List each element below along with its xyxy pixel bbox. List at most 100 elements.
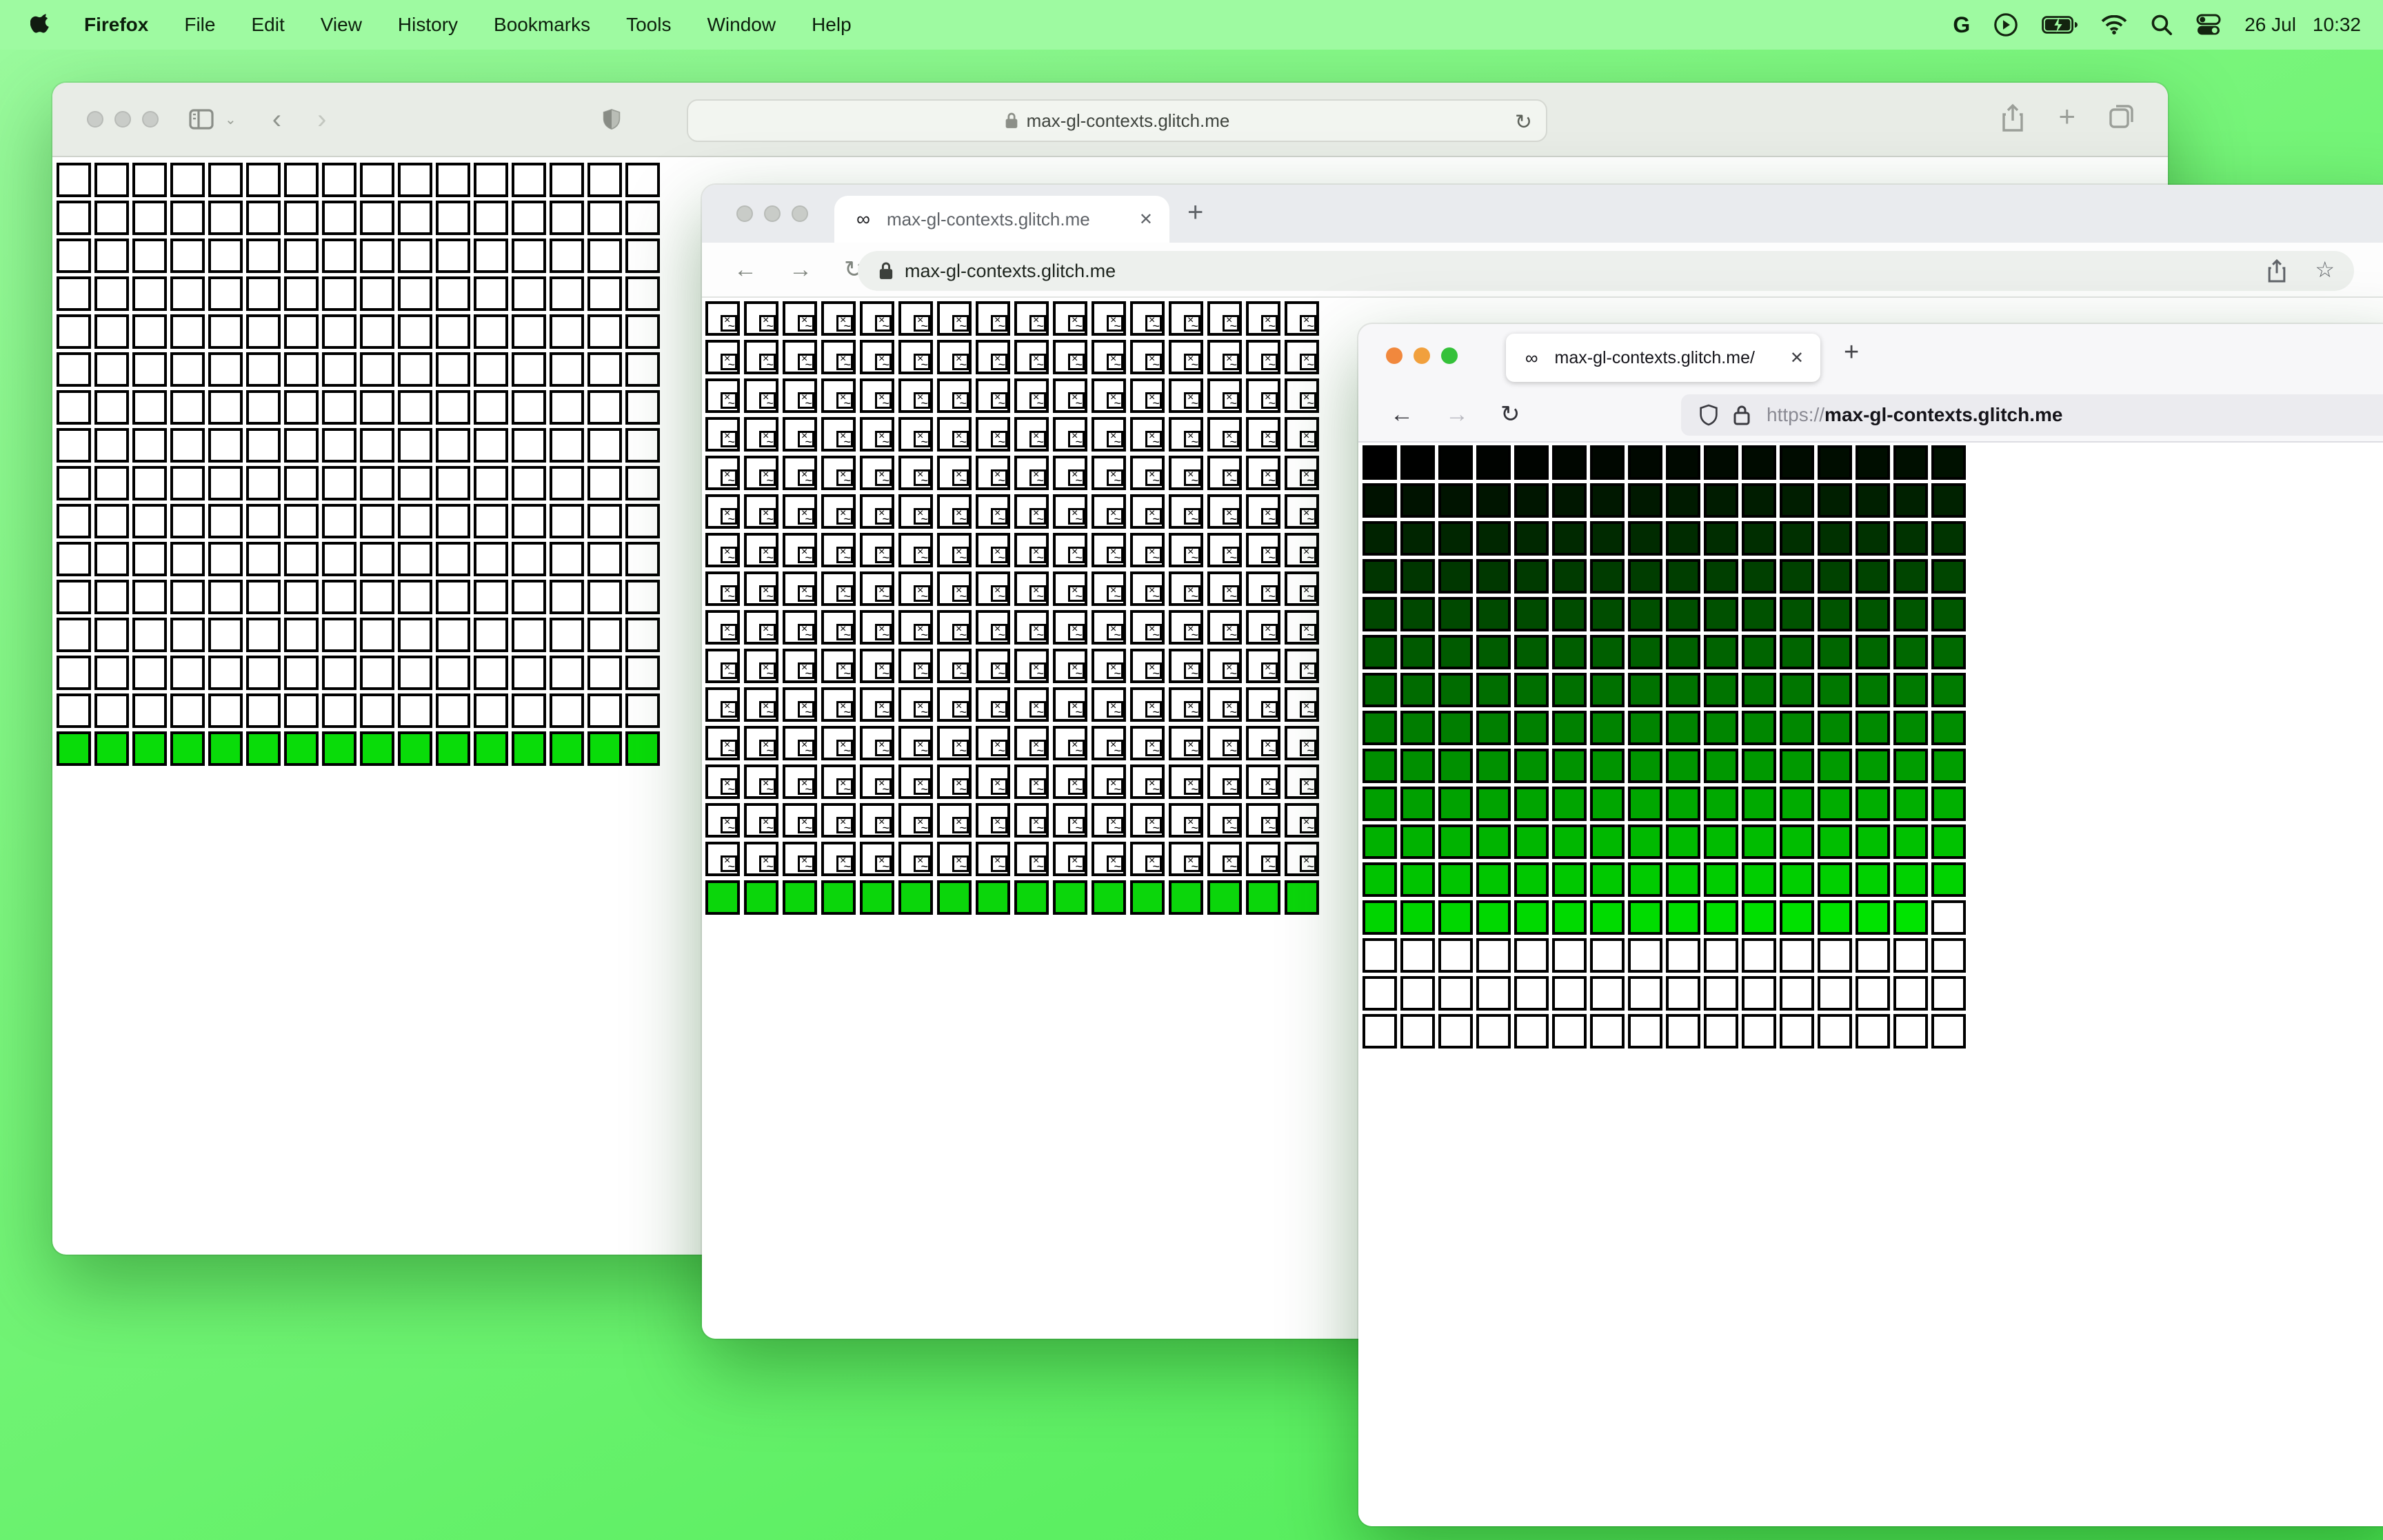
grid-cell <box>208 201 243 235</box>
play-circle-icon[interactable] <box>1993 12 2018 37</box>
grid-cell: × ~ <box>1092 842 1126 876</box>
grid-cell <box>1363 673 1397 707</box>
control-center-icon[interactable] <box>2196 14 2221 36</box>
zoom-button[interactable] <box>142 111 159 128</box>
broken-image-icon: × ~ <box>798 855 814 873</box>
safari-url-field[interactable]: max-gl-contexts.glitch.me ↻ <box>687 99 1547 142</box>
sidebar-icon[interactable] <box>189 109 214 130</box>
menu-tools[interactable]: Tools <box>626 14 671 36</box>
lock-icon <box>1005 112 1018 130</box>
grid-cell <box>550 239 584 273</box>
minimize-button[interactable] <box>1414 347 1430 364</box>
grid-cell <box>1666 635 1700 669</box>
forward-button[interactable]: › <box>317 104 326 135</box>
tab-close-icon[interactable]: ✕ <box>1139 210 1153 230</box>
broken-image-icon: × ~ <box>1107 778 1123 796</box>
grid-cell <box>474 466 508 500</box>
menu-view[interactable]: View <box>321 14 362 36</box>
grid-cell <box>1363 635 1397 669</box>
back-button[interactable]: ← <box>1390 401 1414 428</box>
firefox-url-field[interactable]: https://max-gl-contexts.glitch.me <box>1681 394 2383 436</box>
chevron-down-icon[interactable]: ⌄ <box>225 111 237 128</box>
grid-cell <box>1742 976 1776 1011</box>
grid-cell <box>512 163 546 197</box>
grid-cell: × ~ <box>1246 610 1280 645</box>
share-icon[interactable] <box>2266 259 2287 283</box>
grid-cell <box>284 201 319 235</box>
grid-cell <box>587 163 622 197</box>
grid-cell <box>1514 635 1549 669</box>
grid-cell <box>1476 749 1511 783</box>
reload-icon[interactable]: ↻ <box>1515 110 1532 134</box>
menu-clock[interactable]: 26 Jul 10:32 <box>2244 14 2361 36</box>
chrome-url-field[interactable]: max-gl-contexts.glitch.me ☆ <box>858 251 2354 291</box>
grid-cell <box>1780 787 1814 821</box>
shield-icon[interactable] <box>1699 403 1718 427</box>
grid-cell <box>1666 483 1700 518</box>
wifi-icon[interactable] <box>2101 15 2127 34</box>
grid-cell <box>1818 1014 1852 1048</box>
broken-image-icon: × ~ <box>1184 662 1200 680</box>
grid-cell: × ~ <box>821 340 856 374</box>
grid-cell <box>1476 597 1511 631</box>
share-icon[interactable] <box>2000 103 2025 132</box>
grid-cell <box>1400 673 1435 707</box>
grid-cell <box>398 239 432 273</box>
tab-close-icon[interactable]: ✕ <box>1790 348 1804 368</box>
reload-button[interactable]: ↻ <box>1500 401 1520 428</box>
grid-cell <box>360 466 394 500</box>
new-tab-icon[interactable]: + <box>2058 102 2075 132</box>
grid-cell: × ~ <box>1207 340 1242 374</box>
close-button[interactable] <box>87 111 103 128</box>
forward-button[interactable]: → <box>1445 401 1469 428</box>
menu-file[interactable]: File <box>184 14 215 36</box>
google-g-icon[interactable]: G <box>1953 12 1970 38</box>
grid-cell <box>1931 597 1966 631</box>
back-button[interactable]: ‹ <box>272 104 281 135</box>
grid-cell <box>1590 938 1625 973</box>
grid-cell <box>1704 445 1738 480</box>
broken-image-icon: × ~ <box>836 469 853 487</box>
menu-bar: Firefox File Edit View History Bookmarks… <box>0 0 2383 50</box>
new-tab-button[interactable]: + <box>1844 338 1859 367</box>
battery-charging-icon[interactable] <box>2042 16 2078 34</box>
broken-image-icon: × ~ <box>875 585 892 603</box>
menu-window[interactable]: Window <box>707 14 776 36</box>
close-button[interactable] <box>1386 347 1402 364</box>
broken-image-icon: × ~ <box>1300 430 1316 449</box>
grid-cell <box>1363 521 1397 556</box>
forward-button[interactable]: → <box>789 256 812 283</box>
menu-edit[interactable]: Edit <box>251 14 284 36</box>
menu-history[interactable]: History <box>398 14 458 36</box>
bookmark-star-icon[interactable]: ☆ <box>2315 259 2335 283</box>
spotlight-search-icon[interactable] <box>2151 14 2173 36</box>
firefox-active-tab[interactable]: ∞ max-gl-contexts.glitch.me/ ✕ <box>1506 334 1820 382</box>
grid-cell: × ~ <box>976 649 1010 683</box>
close-button[interactable] <box>736 205 753 222</box>
shield-icon[interactable] <box>602 108 621 131</box>
menu-help[interactable]: Help <box>812 14 852 36</box>
grid-cell: × ~ <box>1092 340 1126 374</box>
zoom-button[interactable] <box>792 205 808 222</box>
grid-cell <box>1931 862 1966 897</box>
apple-logo-icon[interactable] <box>30 13 54 37</box>
grid-cell <box>1400 483 1435 518</box>
broken-image-icon: × ~ <box>1300 700 1316 719</box>
menu-app-name[interactable]: Firefox <box>84 14 148 36</box>
broken-image-icon: × ~ <box>1300 739 1316 758</box>
chrome-active-tab[interactable]: ∞ max-gl-contexts.glitch.me ✕ <box>834 196 1169 243</box>
minimize-button[interactable] <box>764 205 781 222</box>
tab-overview-icon[interactable] <box>2109 103 2135 132</box>
minimize-button[interactable] <box>114 111 131 128</box>
grid-cell <box>1780 445 1814 480</box>
grid-cell <box>1628 483 1662 518</box>
lock-icon[interactable] <box>1733 405 1750 425</box>
grid-cell <box>1552 521 1587 556</box>
grid-cell: × ~ <box>860 378 894 413</box>
back-button[interactable]: ← <box>734 256 757 283</box>
menu-bookmarks[interactable]: Bookmarks <box>494 14 590 36</box>
broken-image-icon: × ~ <box>1068 778 1085 796</box>
new-tab-button[interactable]: + <box>1187 197 1203 228</box>
grid-cell <box>1590 787 1625 821</box>
zoom-button[interactable] <box>1441 347 1458 364</box>
